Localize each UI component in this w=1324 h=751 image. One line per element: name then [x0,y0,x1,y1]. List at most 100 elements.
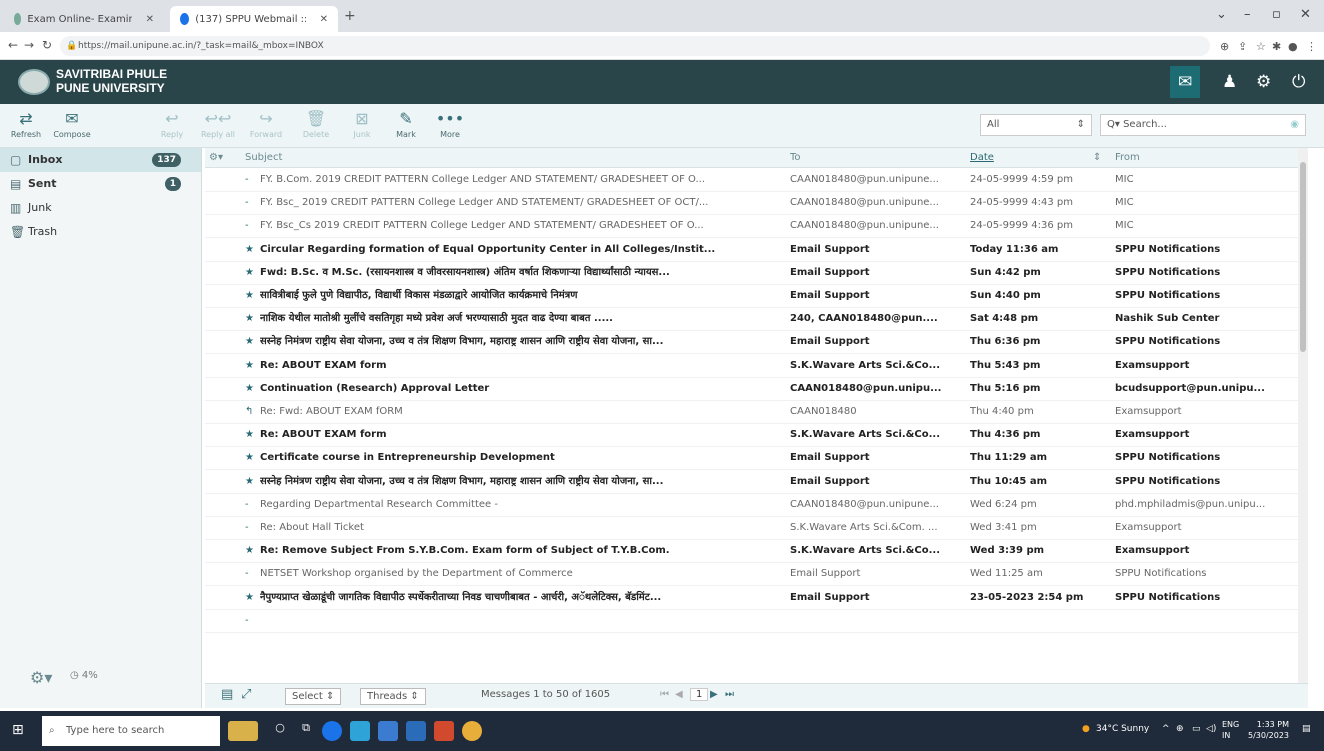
power-icon[interactable]: ⏻ [1292,72,1305,92]
filter-select[interactable]: All ⇕ [980,114,1092,136]
last-page-icon[interactable]: ⏭ [725,689,734,700]
menu-icon[interactable]: ⋮ [1306,40,1317,53]
scrollbar-thumb[interactable] [1300,162,1306,352]
message-row[interactable]: - FY. Bsc_Cs 2019 CREDIT PATTERN College … [205,215,1298,239]
compose-button[interactable]: ✉ Compose [50,108,94,139]
clear-search-icon[interactable]: ◉ [1290,115,1299,135]
network-icon[interactable]: ⊕ [1176,724,1184,734]
message-date: Wed 11:25 am [970,568,1043,580]
close-tab-icon[interactable]: ✕ [146,14,154,25]
volume-icon[interactable]: ◁) [1206,724,1216,734]
junk-button[interactable]: ⊠ Junk [340,108,384,139]
chrome-app-icon[interactable] [462,721,482,741]
windows-start-icon[interactable]: ⊞ [12,722,24,738]
column-to[interactable]: To [790,152,801,163]
message-row[interactable]: ★ Continuation (Research) Approval Letter… [205,378,1298,401]
taskbar-app-password-icon[interactable] [228,721,258,741]
taskbar-search-input[interactable]: ⌕ Type here to search [42,716,220,746]
reply-all-button[interactable]: ↩↩ Reply all [196,108,240,139]
task-view-icon[interactable]: ⧉ [296,721,316,741]
minimize-button[interactable]: – [1244,7,1251,22]
delete-button[interactable]: 🗑 Delete [294,108,338,139]
message-from: SPPU Notifications [1115,290,1221,301]
sidebar-item-sent[interactable]: ▤ Sent 1 [0,172,201,196]
close-window-button[interactable]: ✕ [1300,7,1311,22]
forward-icon[interactable]: → [24,38,34,52]
message-row[interactable]: - Re: About Hall Ticket S.K.Wavare Arts Sc… [205,517,1298,540]
profile-icon[interactable]: ● [1288,40,1298,53]
settings-icon[interactable]: ⚙ [1256,72,1271,92]
message-row[interactable]: ★ Re: ABOUT EXAM form S.K.Wavare Arts Sci.… [205,424,1298,448]
edge-browser-icon[interactable] [322,721,342,741]
list-view-icon[interactable]: ▤ [221,687,233,702]
message-row[interactable]: - NETSET Workshop organised by the Depart… [205,563,1298,587]
search-input[interactable]: Q▾ Search... ◉ [1100,114,1306,136]
back-icon[interactable]: ← [8,38,18,52]
message-to: Email Support [790,290,870,301]
tab-search-icon[interactable]: ⌄ [1216,7,1227,22]
mail-app-icon[interactable] [378,721,398,741]
message-row[interactable]: ★ सावित्रीबाई फुले पुणे विद्यापीठ, विद्या… [205,285,1298,308]
message-list-scrollbar[interactable] [1298,148,1308,683]
page-number-field[interactable]: 1 [690,688,709,701]
bookmark-star-icon[interactable]: ☆ [1256,40,1266,53]
cortana-icon[interactable]: ○ [270,721,290,741]
message-row[interactable]: ★ सस्नेह निमंत्रण राष्ट्रीय सेवा योजना, उ… [205,471,1298,494]
tray-chevron-icon[interactable]: ^ [1162,724,1170,734]
url-field[interactable]: 🔒 https://mail.unipune.ac.in/?_task=mail… [60,36,1210,56]
reply-button[interactable]: ↩ Reply [150,108,194,139]
sidebar-item-trash[interactable]: 🗑 Trash [0,220,201,244]
browser-tab-exam-online[interactable]: Exam Online- Examination Secti... ✕ [4,6,164,32]
language-indicator[interactable]: ENG IN [1222,719,1239,741]
word-app-icon[interactable] [406,721,426,741]
new-tab-button[interactable]: + [344,8,356,24]
refresh-button[interactable]: ⇄ Refresh [4,108,48,139]
message-row[interactable]: ★ Fwd: B.Sc. व M.Sc. (रसायनशास्त्र व जीवर… [205,262,1298,285]
folder-settings-icon[interactable]: ⚙▾ [30,668,52,687]
message-row[interactable]: ★ नाशिक येथील मातोश्री मुलींचे वसतिगृहा म… [205,308,1298,332]
system-clock[interactable]: 1:33 PM 5/30/2023 [1248,719,1289,741]
forward-button[interactable]: ↪ Forward [244,108,288,139]
message-row[interactable]: - [205,610,1298,633]
close-tab-icon[interactable]: ✕ [320,14,328,25]
list-options-icon[interactable]: ⚙▾ [209,152,223,163]
message-row[interactable]: ★ Re: Remove Subject From S.Y.B.Com. Exam… [205,540,1298,564]
user-icon[interactable]: ♟ [1222,72,1237,92]
browser-tab-webmail[interactable]: (137) SPPU Webmail :: Inbox ✕ [170,6,338,32]
maximize-button[interactable]: ▫ [1272,7,1281,22]
message-row[interactable]: ★ नैपुण्यप्राप्त खेळाडूंची जागतिक विद्याप… [205,587,1298,610]
store-icon[interactable] [350,721,370,741]
mark-button[interactable]: ✎ Mark [384,108,428,139]
message-row[interactable]: ★ Re: ABOUT EXAM form S.K.Wavare Arts Sci.… [205,355,1298,378]
prev-page-icon[interactable]: ◀ [675,689,683,700]
message-subject: Continuation (Research) Approval Letter [260,382,490,394]
message-row[interactable]: - FY. Bsc_ 2019 CREDIT PATTERN College Le… [205,192,1298,216]
extensions-icon[interactable]: ✱ [1272,40,1281,53]
message-row[interactable]: ↰ Re: Fwd: ABOUT EXAM fORM CAAN018480 Thu 4… [205,401,1298,424]
notifications-icon[interactable]: ▤ [1302,724,1311,734]
reload-icon[interactable]: ↻ [42,38,52,52]
message-row[interactable]: ★ सस्नेह निमंत्रण राष्ट्रीय सेवा योजना, उ… [205,331,1298,355]
share-icon[interactable]: ⇪ [1238,40,1247,53]
first-page-icon[interactable]: ⏮ [660,689,669,700]
weather-text[interactable]: 34°C Sunny [1096,724,1149,734]
column-date[interactable]: Date [970,152,994,163]
acrobat-app-icon[interactable] [434,721,454,741]
message-row[interactable]: - FY. B.Com. 2019 CREDIT PATTERN College … [205,169,1298,192]
more-button[interactable]: ••• More [428,108,472,139]
column-from[interactable]: From [1115,152,1140,163]
battery-icon[interactable]: ▭ [1192,724,1201,734]
column-subject[interactable]: Subject [245,152,282,163]
select-dropdown[interactable]: Select ⇕ [285,688,342,705]
message-from: SPPU Notifications [1115,243,1221,255]
next-page-icon[interactable]: ▶ [710,689,718,700]
message-row[interactable]: - Regarding Departmental Research Committ… [205,494,1298,517]
message-row[interactable]: ★ Certificate course in Entrepreneurship … [205,447,1298,471]
sidebar-item-inbox[interactable]: ▢ Inbox 137 [0,148,201,172]
threads-dropdown[interactable]: Threads ⇕ [360,688,426,705]
message-row[interactable]: ★ Circular Regarding formation of Equal O… [205,239,1298,262]
sidebar-item-junk[interactable]: ▥ Junk [0,196,201,220]
zoom-icon[interactable]: ⊕ [1220,40,1229,53]
mail-icon[interactable]: ✉ [1170,66,1201,98]
preview-toggle-icon[interactable]: ⤢ [241,687,251,702]
